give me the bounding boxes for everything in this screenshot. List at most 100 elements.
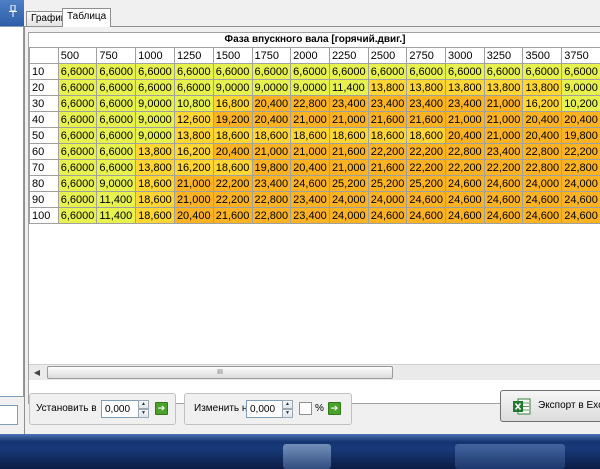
table-cell[interactable]: 24,600	[406, 191, 447, 208]
table-cell[interactable]: 21,000	[290, 111, 330, 128]
table-cell[interactable]: 22,200	[212, 175, 253, 192]
table-cell[interactable]: 21,000	[483, 95, 524, 112]
column-header[interactable]: 1750	[251, 47, 292, 64]
column-header[interactable]: 2250	[328, 47, 369, 64]
table-cell[interactable]: 24,600	[561, 191, 600, 208]
scroll-left-icon[interactable]: ◀	[29, 365, 45, 381]
table-cell[interactable]: 12,600	[173, 111, 214, 128]
table-cell[interactable]: 6,6000	[57, 79, 98, 96]
table-cell[interactable]: 23,400	[290, 207, 330, 224]
table-cell[interactable]: 22,800	[522, 159, 563, 176]
table-cell[interactable]: 16,200	[173, 159, 214, 176]
table-cell[interactable]: 21,000	[328, 111, 369, 128]
table-cell[interactable]: 16,800	[212, 95, 253, 112]
table-cell[interactable]: 11,400	[96, 191, 137, 208]
table-cell[interactable]: 10,200	[561, 95, 600, 112]
table-cell[interactable]: 22,800	[561, 159, 600, 176]
table-cell[interactable]: 21,600	[212, 207, 253, 224]
table-cell[interactable]: 18,600	[406, 127, 447, 144]
table-cell[interactable]: 9,0000	[135, 95, 175, 112]
table-cell[interactable]: 20,400	[173, 207, 214, 224]
table-cell[interactable]: 6,6000	[96, 159, 137, 176]
table-cell[interactable]: 6,6000	[57, 143, 98, 160]
table-cell[interactable]: 23,400	[406, 95, 447, 112]
table-cell[interactable]: 9,0000	[135, 127, 175, 144]
taskbar-item[interactable]	[455, 444, 565, 469]
table-cell[interactable]: 18,600	[290, 127, 330, 144]
column-header[interactable]: 2000	[290, 47, 330, 64]
table-cell[interactable]: 19,800	[561, 127, 600, 144]
table-cell[interactable]: 6,6000	[561, 63, 600, 80]
table-cell[interactable]: 18,600	[251, 127, 292, 144]
table-cell[interactable]: 6,6000	[406, 63, 447, 80]
table-cell[interactable]: 16,200	[522, 95, 563, 112]
column-header[interactable]: 1500	[212, 47, 253, 64]
table-cell[interactable]: 18,600	[135, 175, 175, 192]
table-cell[interactable]: 6,6000	[251, 63, 292, 80]
table-cell[interactable]: 22,200	[483, 159, 524, 176]
table-cell[interactable]: 19,800	[251, 159, 292, 176]
table-cell[interactable]: 24,000	[522, 175, 563, 192]
table-cell[interactable]: 13,800	[173, 127, 214, 144]
table-cell[interactable]: 24,600	[445, 191, 485, 208]
spin-up-icon[interactable]: ▲	[138, 400, 149, 409]
change-by-apply-button[interactable]: ➔	[328, 402, 341, 415]
table-cell[interactable]: 10,800	[173, 95, 214, 112]
table-cell[interactable]: 6,6000	[57, 127, 98, 144]
table-cell[interactable]: 22,200	[561, 143, 600, 160]
column-header[interactable]: 3000	[445, 47, 485, 64]
table-cell[interactable]: 18,600	[367, 127, 408, 144]
table-cell[interactable]: 6,6000	[522, 63, 563, 80]
table-cell[interactable]: 24,600	[483, 175, 524, 192]
table-cell[interactable]: 9,0000	[96, 175, 137, 192]
column-header[interactable]: 2750	[406, 47, 447, 64]
table-cell[interactable]: 6,6000	[96, 79, 137, 96]
table-cell[interactable]: 6,6000	[173, 63, 214, 80]
table-cell[interactable]: 6,6000	[57, 159, 98, 176]
table-cell[interactable]: 23,400	[251, 175, 292, 192]
table-cell[interactable]: 6,6000	[96, 63, 137, 80]
percent-checkbox[interactable]	[299, 402, 312, 415]
table-cell[interactable]: 9,0000	[135, 111, 175, 128]
table-cell[interactable]: 6,6000	[57, 191, 98, 208]
table-cell[interactable]: 24,600	[483, 191, 524, 208]
column-header[interactable]: 2500	[367, 47, 408, 64]
table-cell[interactable]: 18,600	[212, 127, 253, 144]
table-cell[interactable]: 20,400	[561, 111, 600, 128]
table-cell[interactable]: 6,6000	[57, 207, 98, 224]
table-cell[interactable]: 22,800	[290, 95, 330, 112]
tab-table[interactable]: Таблица	[62, 8, 112, 27]
table-cell[interactable]: 22,200	[445, 159, 485, 176]
table-cell[interactable]: 6,6000	[57, 175, 98, 192]
table-cell[interactable]: 11,400	[328, 79, 369, 96]
change-by-spinner[interactable]: ▲ ▼	[282, 400, 293, 418]
taskbar-thumbnail[interactable]	[283, 444, 331, 469]
table-cell[interactable]: 24,000	[328, 207, 369, 224]
table-cell[interactable]: 13,800	[135, 143, 175, 160]
table-cell[interactable]: 21,000	[483, 127, 524, 144]
table-cell[interactable]: 20,400	[522, 111, 563, 128]
column-header[interactable]: 1000	[135, 47, 175, 64]
table-cell[interactable]: 24,600	[561, 207, 600, 224]
table-cell[interactable]: 24,600	[445, 207, 485, 224]
table-cell[interactable]: 21,600	[406, 111, 447, 128]
column-header[interactable]: 3250	[483, 47, 524, 64]
table-cell[interactable]: 22,800	[445, 143, 485, 160]
table-cell[interactable]: 6,6000	[57, 111, 98, 128]
table-cell[interactable]: 16,200	[173, 143, 214, 160]
table-cell[interactable]: 18,600	[328, 127, 369, 144]
table-cell[interactable]: 20,400	[212, 143, 253, 160]
table-cell[interactable]: 21,000	[328, 159, 369, 176]
table-cell[interactable]: 23,400	[328, 95, 369, 112]
table-cell[interactable]: 22,200	[212, 191, 253, 208]
horizontal-scrollbar[interactable]: ◀ III	[29, 364, 600, 380]
table-cell[interactable]: 21,000	[173, 191, 214, 208]
table-cell[interactable]: 20,400	[251, 95, 292, 112]
table-cell[interactable]: 20,400	[251, 111, 292, 128]
table-cell[interactable]: 6,6000	[96, 143, 137, 160]
table-cell[interactable]: 22,200	[406, 143, 447, 160]
spin-down-icon[interactable]: ▼	[282, 409, 293, 418]
table-cell[interactable]: 6,6000	[96, 127, 137, 144]
table-cell[interactable]: 6,6000	[96, 95, 137, 112]
table-cell[interactable]: 6,6000	[212, 63, 253, 80]
